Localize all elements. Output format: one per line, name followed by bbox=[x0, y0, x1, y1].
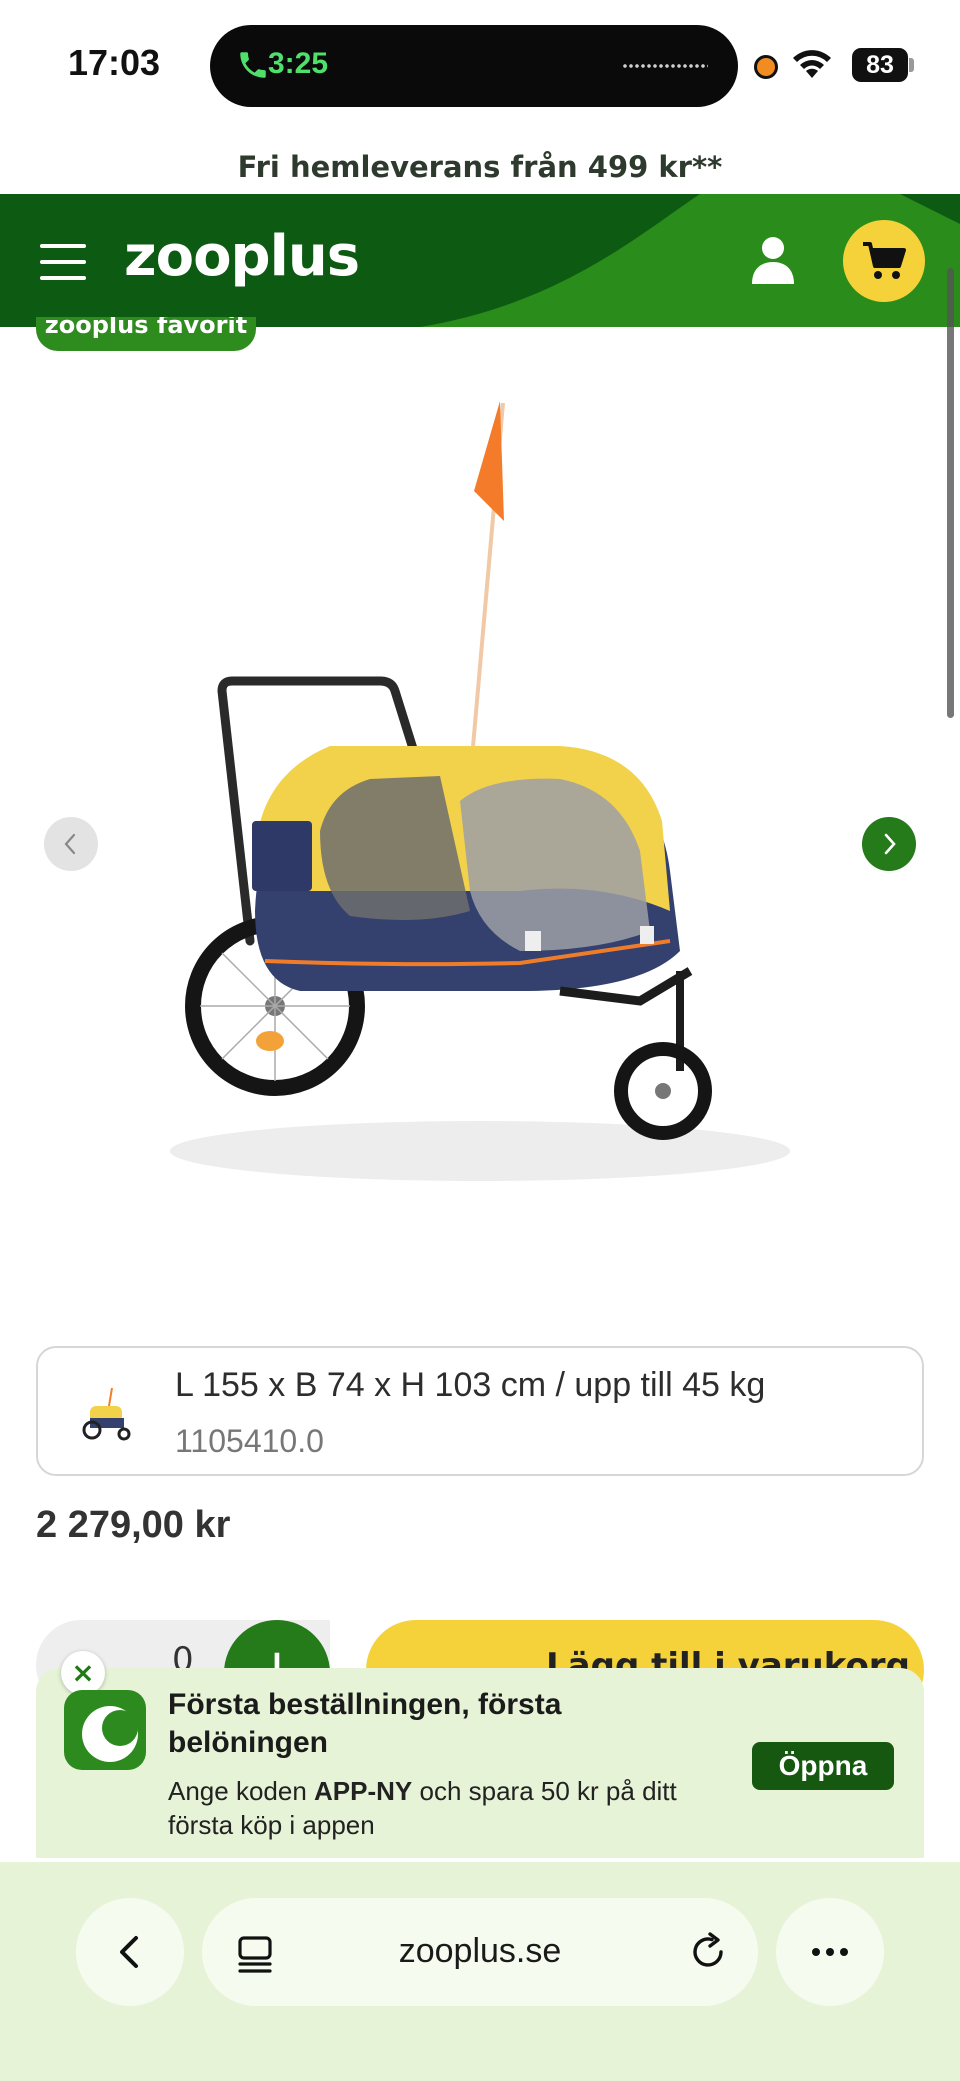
user-account-icon[interactable] bbox=[748, 234, 798, 286]
app-banner-description: Ange koden APP-NY och spara 50 kr på dit… bbox=[168, 1774, 728, 1842]
variant-sku: 1105410.0 bbox=[175, 1423, 324, 1459]
battery-icon: 83 bbox=[852, 48, 908, 82]
battery-tip bbox=[909, 58, 914, 72]
call-duration: 3:25 bbox=[268, 47, 329, 80]
phone-icon bbox=[240, 52, 266, 78]
browser-back-button[interactable] bbox=[76, 1898, 184, 2006]
chevron-left-icon bbox=[120, 1936, 138, 1968]
gallery-next-button[interactable] bbox=[862, 817, 916, 871]
cart-button[interactable] bbox=[843, 220, 925, 302]
more-options-button[interactable] bbox=[776, 1898, 884, 2006]
open-app-button[interactable]: Öppna bbox=[752, 1742, 894, 1790]
chevron-right-icon bbox=[884, 833, 896, 855]
variant-selector[interactable]: L 155 x B 74 x H 103 cm / upp till 45 kg… bbox=[36, 1346, 924, 1476]
gallery-prev-button[interactable] bbox=[44, 817, 98, 871]
dynamic-island-call[interactable]: 3:25 bbox=[210, 25, 738, 107]
address-bar[interactable]: zooplus.se bbox=[202, 1898, 758, 2006]
url-host: zooplus.se bbox=[398, 1932, 562, 1970]
site-header: zooplus bbox=[0, 194, 960, 327]
recording-indicator-icon bbox=[754, 55, 778, 79]
page: 17:03 3:25 83 Fri hemleverans från 499 k… bbox=[0, 0, 960, 2081]
app-banner-desc-prefix: Ange koden bbox=[168, 1776, 315, 1806]
shopping-cart-icon bbox=[863, 242, 906, 279]
variant-thumbnail bbox=[82, 1387, 131, 1441]
zooplus-logo[interactable]: zooplus bbox=[124, 224, 360, 289]
page-scrollbar[interactable] bbox=[947, 268, 954, 718]
promo-code: APP-NY bbox=[314, 1776, 413, 1806]
zooplus-app-icon bbox=[64, 1690, 146, 1770]
status-time: 17:03 bbox=[68, 42, 161, 83]
wifi-icon bbox=[793, 50, 831, 78]
reload-icon[interactable] bbox=[688, 1932, 728, 1972]
product-image-dog-bike-trailer[interactable] bbox=[0, 351, 960, 1291]
ellipsis-icon bbox=[812, 1948, 848, 1956]
chevron-left-icon bbox=[64, 833, 76, 855]
free-delivery-banner[interactable]: Fri hemleverans från 499 kr** bbox=[0, 140, 960, 194]
status-bar: 17:03 3:25 83 bbox=[0, 0, 960, 125]
app-banner-title: Första beställningen, första belöningen bbox=[168, 1688, 562, 1759]
close-icon[interactable]: × bbox=[61, 1651, 105, 1695]
variant-size-label: L 155 x B 74 x H 103 cm / upp till 45 kg bbox=[175, 1366, 766, 1404]
menu-icon[interactable] bbox=[40, 244, 86, 280]
audio-waveform-icon bbox=[622, 64, 708, 68]
favorite-badge: zooplus favorit bbox=[36, 317, 256, 351]
product-price: 2 279,00 kr bbox=[36, 1504, 231, 1546]
